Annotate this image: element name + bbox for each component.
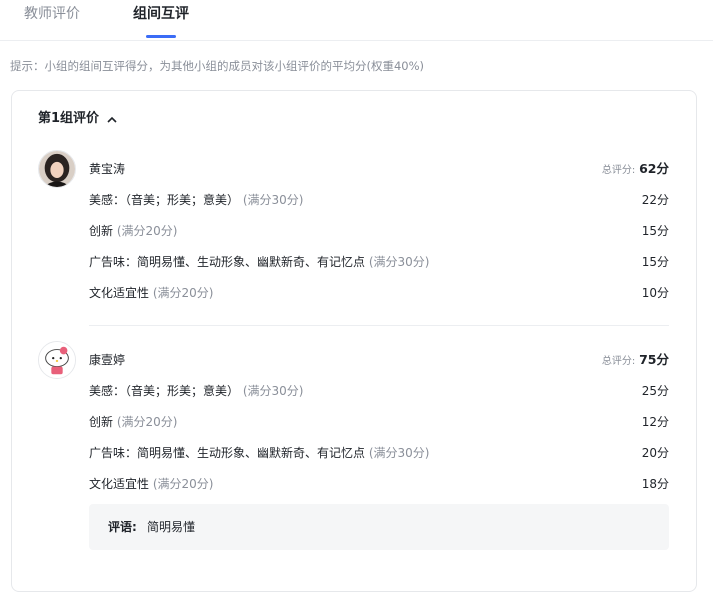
criterion-score: 10分	[641, 286, 669, 300]
total-score-label: 总评分:	[601, 356, 636, 367]
criterion-score: 18分	[641, 477, 669, 491]
evaluator-name: 康壹婷	[89, 353, 126, 367]
criterion-score: 25分	[641, 384, 669, 398]
criterion-label: 广告味：简明易懂、生动形象、幽默新奇、有记忆点	[89, 446, 366, 460]
tab-peer-evaluation[interactable]: 组间互评	[133, 5, 189, 23]
tab-bar: 教师评价 组间互评	[0, 0, 713, 41]
total-score-value: 62分	[639, 161, 669, 176]
criterion-score: 22分	[641, 193, 669, 207]
criterion-row: 创新 (满分20分)	[89, 223, 177, 239]
criterion-score: 15分	[641, 255, 669, 269]
chevron-up-icon	[107, 116, 117, 123]
total-score: 总评分: 62分	[602, 161, 669, 179]
criterion-label: 文化适宜性	[89, 477, 150, 491]
criterion-score: 15分	[641, 224, 669, 238]
criterion-row: 文化适宜性 (满分20分)	[89, 285, 213, 301]
criterion-score: 12分	[641, 415, 669, 429]
group-title-toggle[interactable]: 第1组评价	[38, 110, 117, 128]
total-score: 总评分: 75分	[602, 352, 669, 370]
criterion-full-score: (满分30分)	[368, 446, 430, 460]
active-tab-indicator	[146, 35, 176, 38]
tab-teacher-evaluation[interactable]: 教师评价	[24, 5, 80, 23]
evaluator-name: 黄宝涛	[89, 162, 126, 176]
criterion-label: 美感：（音美；形美；意美）	[89, 193, 240, 207]
criterion-full-score: (满分20分)	[116, 415, 178, 429]
criterion-full-score: (满分30分)	[242, 384, 304, 398]
criterion-label: 创新	[89, 224, 114, 238]
total-score-label: 总评分:	[601, 165, 636, 176]
group-title: 第1组评价	[38, 111, 100, 126]
group-evaluation-card: 第1组评价 黄宝涛 总评分: 62分 美感：（音美；形美；意美） (满分30分)…	[11, 90, 697, 592]
total-score-value: 75分	[639, 352, 669, 367]
criterion-row: 文化适宜性 (满分20分)	[89, 476, 213, 492]
criterion-label: 文化适宜性	[89, 286, 150, 300]
criterion-full-score: (满分20分)	[116, 224, 178, 238]
criterion-full-score: (满分30分)	[242, 193, 304, 207]
comment-label: 评语:	[108, 520, 137, 534]
hint-text: 提示：小组的组间互评得分，为其他小组的成员对该小组评价的平均分(权重40%)	[10, 59, 425, 73]
user-photo-icon	[39, 151, 75, 187]
divider	[89, 325, 669, 326]
hello-kitty-avatar-icon	[39, 342, 75, 378]
comment-text: 简明易懂	[147, 520, 196, 534]
criterion-row: 美感：（音美；形美；意美） (满分30分)	[89, 383, 303, 399]
criterion-full-score: (满分20分)	[152, 286, 214, 300]
criterion-label: 创新	[89, 415, 114, 429]
criterion-label: 美感：（音美；形美；意美）	[89, 384, 240, 398]
comment-box: 评语: 简明易懂	[89, 504, 669, 550]
avatar-evaluator-1	[38, 150, 76, 188]
criterion-full-score: (满分20分)	[152, 477, 214, 491]
criterion-row: 创新 (满分20分)	[89, 414, 177, 430]
criterion-score: 20分	[641, 446, 669, 460]
criterion-row: 美感：（音美；形美；意美） (满分30分)	[89, 192, 303, 208]
criterion-row: 广告味：简明易懂、生动形象、幽默新奇、有记忆点 (满分30分)	[89, 254, 429, 270]
criterion-row: 广告味：简明易懂、生动形象、幽默新奇、有记忆点 (满分30分)	[89, 445, 429, 461]
avatar-evaluator-2	[38, 341, 76, 379]
criterion-label: 广告味：简明易懂、生动形象、幽默新奇、有记忆点	[89, 255, 366, 269]
criterion-full-score: (满分30分)	[368, 255, 430, 269]
